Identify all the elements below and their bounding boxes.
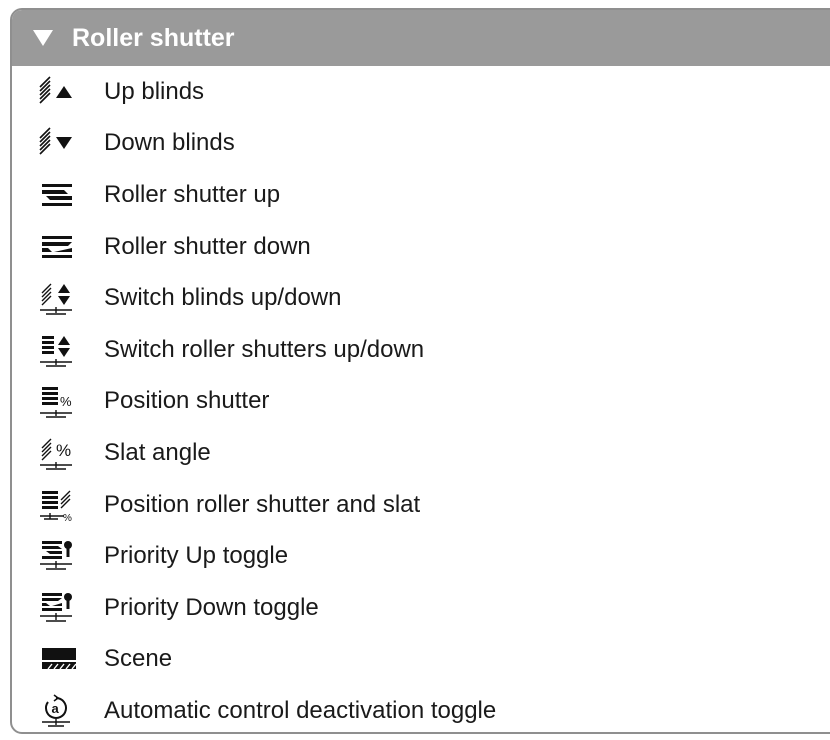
list-item-label: Roller shutter up — [104, 180, 281, 208]
priority-down-icon — [34, 589, 86, 627]
list-item-label: Scene — [104, 645, 173, 673]
priority-up-icon — [34, 537, 86, 575]
list-item-label: Position roller shutter and slat — [104, 490, 421, 518]
blinds-up-icon — [34, 73, 86, 111]
list-item-roller-shutter-up[interactable]: Roller shutter up — [12, 169, 830, 221]
automatic-control-icon: a — [34, 692, 86, 730]
list-item-label: Slat angle — [104, 438, 211, 466]
list-item-position-shutter[interactable]: % Position shutter — [12, 376, 830, 428]
list-item-label: Automatic control deactivation toggle — [104, 696, 497, 724]
position-shutter-slat-icon: % — [34, 486, 86, 524]
list-item-label: Switch blinds up/down — [104, 284, 342, 312]
svg-text:%: % — [56, 441, 71, 460]
list-item-label: Switch roller shutters up/down — [104, 335, 425, 363]
list-item-slat-angle[interactable]: % Slat angle — [12, 427, 830, 479]
list-item-priority-up[interactable]: Priority Up toggle — [12, 530, 830, 582]
panel-title: Roller shutter — [72, 23, 235, 52]
list-item-label: Priority Up toggle — [104, 542, 289, 570]
list-item-label: Roller shutter down — [104, 232, 311, 260]
list-item-down-blinds[interactable]: Down blinds — [12, 118, 830, 170]
list-item-label: Priority Down toggle — [104, 593, 319, 621]
scene-icon — [34, 640, 86, 678]
list-item-position-shutter-slat[interactable]: % Position roller shutter and slat — [12, 479, 830, 531]
triangle-down-icon[interactable] — [32, 29, 54, 47]
list-item-roller-shutter-down[interactable]: Roller shutter down — [12, 221, 830, 273]
function-list: Up blinds Down blinds Roller shutter up … — [12, 66, 830, 732]
list-item-scene[interactable]: Scene — [12, 634, 830, 686]
list-item-up-blinds[interactable]: Up blinds — [12, 66, 830, 118]
switch-roller-shutters-icon — [34, 331, 86, 369]
list-item-automatic-control[interactable]: a Automatic control deactivation toggle — [12, 685, 830, 732]
list-item-label: Down blinds — [104, 129, 235, 157]
list-item-label: Up blinds — [104, 77, 205, 105]
svg-text:a: a — [52, 701, 60, 716]
position-shutter-icon: % — [34, 382, 86, 420]
blinds-down-icon — [34, 124, 86, 162]
list-item-switch-blinds[interactable]: Switch blinds up/down — [12, 272, 830, 324]
svg-text:%: % — [63, 513, 72, 524]
list-item-priority-down[interactable]: Priority Down toggle — [12, 582, 830, 634]
roller-shutter-up-icon — [34, 176, 86, 214]
list-item-label: Position shutter — [104, 387, 270, 415]
svg-text:%: % — [60, 394, 72, 409]
panel-header[interactable]: Roller shutter — [12, 10, 830, 66]
switch-blinds-icon — [34, 279, 86, 317]
list-item-switch-roller-shutters[interactable]: Switch roller shutters up/down — [12, 324, 830, 376]
roller-shutter-panel: Roller shutter Up blinds Down blinds Rol… — [10, 8, 830, 734]
slat-angle-icon: % — [34, 434, 86, 472]
roller-shutter-down-icon — [34, 228, 86, 266]
